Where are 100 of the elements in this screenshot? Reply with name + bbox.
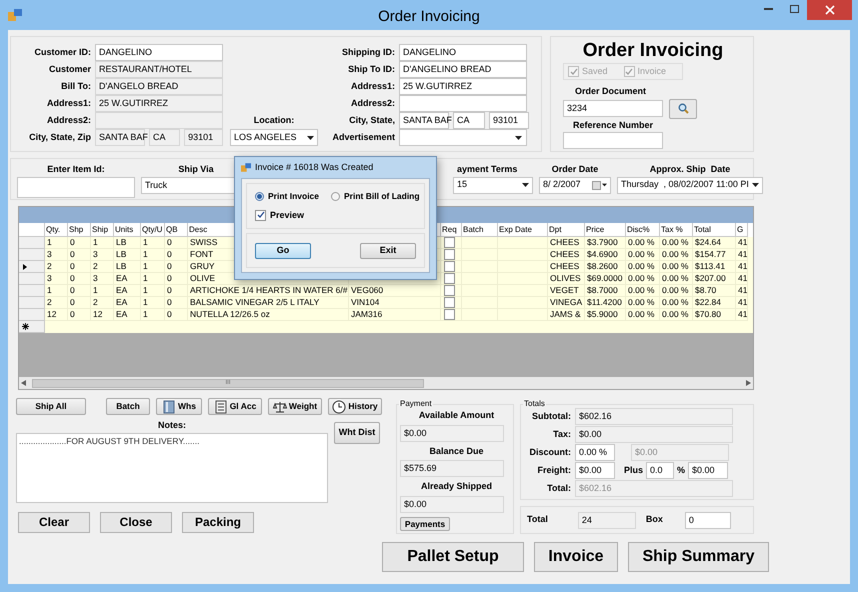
table-cell: 41 [738,297,747,307]
table-cell: 1 [47,285,52,295]
table-cell: 41 [738,285,747,295]
table-cell: $8.70 [695,285,716,295]
field-label: Reference Number [573,118,654,132]
table-cell: $70.80 [695,309,721,319]
field-label: Advertisement [331,130,395,144]
field-label: City, State, [348,114,395,127]
table-cell: 1 [143,285,148,295]
table-cell: 1 [143,297,148,307]
table-cell: EA [116,309,128,319]
field-label: Subtotal: [531,410,571,423]
table-cell: JAM316 [351,309,382,319]
table-cell: 0.00 % [628,285,654,295]
field-label: Ship To ID: [347,62,395,76]
table-cell: $69.0000 [587,273,622,283]
table-cell: 0 [167,249,172,259]
table-cell: 0 [70,273,75,283]
field-label: Customer [48,62,91,76]
table-cell: EA [116,273,128,283]
table-cell: $8.2600 [587,261,618,271]
table-cell: BALSAMIC VINEGAR 2/5 L ITALY [190,297,320,307]
table-cell: 0.00 % [628,249,654,259]
table-cell: GRUY [190,261,215,271]
field-label: ayment Terms [457,163,518,176]
field-label: Address2: [350,96,395,110]
table-cell: ARTICHOKE 1/4 HEARTS IN WATER 6/# [190,285,348,295]
table-cell: 0 [70,261,75,271]
table-cell: CHEES [550,249,580,259]
table-cell: 1 [93,237,98,247]
table-cell: 0.00 % [662,237,688,247]
table-cell: 2 [47,261,52,271]
field-label: Box [646,513,663,526]
table-cell: 1 [143,261,148,271]
dialog-title: Invoice # 16018 Was Created [255,160,374,174]
table-cell: 3 [47,249,52,259]
field-label: Available Amount [418,409,496,422]
table-cell: 0 [167,273,172,283]
table-cell: NUTELLA 12/26.5 oz [190,309,270,319]
table-cell: 0 [167,237,172,247]
table-cell: $3.7900 [587,237,618,247]
table-cell: EA [116,285,128,295]
table-cell: 0 [167,261,172,271]
table-cell: 12 [93,309,102,319]
field-label: Order Date [552,163,598,176]
panel-title: Order Invoicing [582,39,724,63]
table-cell: 0.00 % [628,297,654,307]
field-label: Plus [624,464,644,477]
field-label: Address2: [46,114,91,127]
table-cell: 0.00 % [662,309,688,319]
table-cell: $22.84 [695,297,721,307]
field-label: Address1: [46,96,91,110]
table-cell: $8.7000 [587,285,618,295]
field-label: Total: [546,482,571,495]
field-label: Customer ID: [33,46,91,59]
table-cell: 0.00 % [628,237,654,247]
checkbox-label: Invoice [638,64,666,78]
table-cell: LB [116,261,126,271]
table-cell: LB [116,249,126,259]
table-cell: VEG060 [351,285,384,295]
field-label: Total [527,513,548,526]
table-cell: 12 [47,309,56,319]
table-cell: VINEGA [550,297,582,307]
table-cell: 0 [167,297,172,307]
table-cell: VEGET [550,285,579,295]
table-cell: 0 [167,309,172,319]
table-cell: 0.00 % [662,285,688,295]
table-cell: 0 [70,237,75,247]
table-cell: 0.00 % [662,273,688,283]
table-cell: 3 [93,249,98,259]
table-cell: 0.00 % [628,273,654,283]
table-cell: 0 [70,249,75,259]
checkbox-label: Saved [582,64,608,78]
radio-label: Print Bill of Lading [344,190,420,203]
table-cell: 1 [143,249,148,259]
field-label: % [677,464,686,477]
table-cell: LB [116,237,126,247]
table-cell: OLIVE [190,273,216,283]
field-label: Tax: [552,428,571,441]
field-label: Shipping ID: [341,46,395,59]
table-cell: JAMS & [550,309,581,319]
table-cell: CHEES [550,237,580,247]
checkbox-label: Preview [270,208,304,222]
table-cell: 41 [738,249,747,259]
field-label: Balance Due [428,444,485,458]
field-label: Enter Item Id: [47,163,105,176]
table-cell: 1 [93,285,98,295]
field-label: Freight: [536,464,571,477]
table-cell: 0 [167,285,172,295]
field-label: Discount: [528,446,571,459]
table-cell: 41 [738,309,747,319]
table-cell: $113.41 [695,261,726,271]
table-cell: 1 [143,273,148,283]
table-cell: $154.77 [695,249,726,259]
table-cell: 3 [93,273,98,283]
field-label: City, State, Zip [28,130,91,144]
table-cell: 0.00 % [662,261,688,271]
table-cell: 0.00 % [628,309,654,319]
table-cell: VIN104 [351,297,380,307]
table-cell: 0.00 % [628,261,654,271]
